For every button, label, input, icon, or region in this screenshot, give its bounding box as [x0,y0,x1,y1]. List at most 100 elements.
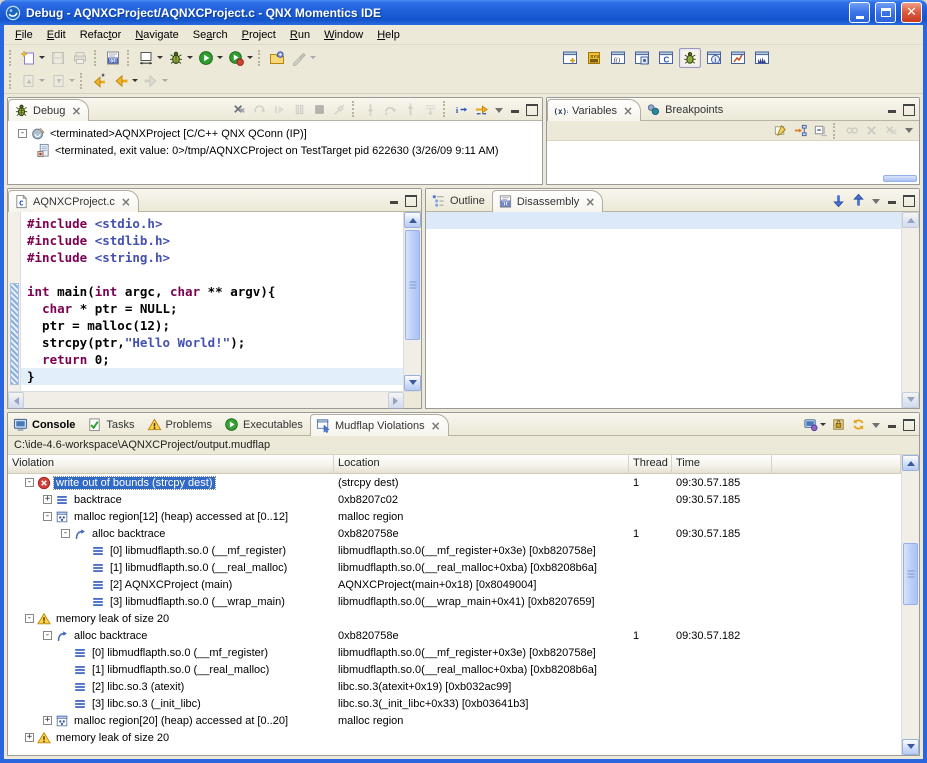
vars-tab-variables[interactable]: (x)=Variables× [547,99,641,121]
outline-tab-outline[interactable]: Outline [426,190,492,211]
tree-expander[interactable]: + [25,733,34,742]
code-line[interactable]: int main(int argc, char ** argv){ [21,283,403,300]
code-line[interactable]: #include <string.h> [21,249,403,266]
console-tab-problems[interactable]: Problems [142,414,219,435]
minimize-view-button[interactable] [388,194,401,206]
resize-window-button[interactable] [135,48,157,68]
watch-variable-button[interactable] [841,122,861,140]
code-line[interactable]: #include <stdlib.h> [21,232,403,249]
binary-file-button[interactable]: 010 [102,48,124,68]
tree-expander[interactable]: - [25,478,34,487]
run-button[interactable] [195,48,217,68]
disconnect-button[interactable] [329,100,349,118]
violation-row[interactable]: +backtrace0xb8207c0209:30.57.185 [8,491,901,508]
tree-expander[interactable]: - [43,512,52,521]
forward-dropdown[interactable] [162,79,168,82]
violation-row[interactable]: [1] libmudflapth.so.0 (__real_malloc)lib… [8,661,901,678]
debug-tab-debug[interactable]: Debug× [8,99,89,121]
column-header-violation[interactable]: Violation [8,455,334,473]
code-line[interactable]: #include <stdio.h> [21,215,403,232]
menu-window[interactable]: Window [317,27,370,43]
debug-dropdown[interactable] [187,56,193,59]
column-header-empty[interactable] [772,455,901,473]
use-step-filters-button[interactable] [471,100,491,118]
view-menu-chevron[interactable] [905,128,913,133]
open-console-dropdown[interactable] [820,423,826,426]
horizontal-scrollbar-thumb[interactable] [883,175,917,182]
tab-close-icon[interactable]: × [121,196,131,208]
print-button[interactable] [69,48,91,68]
scroll-up-button[interactable] [404,212,421,228]
violation-row[interactable]: [2] libc.so.3 (atexit)libc.so.3(atexit+0… [8,678,901,695]
code-line[interactable]: char * ptr = NULL; [21,300,403,317]
debug-tree-row[interactable]: <terminated, exit value: 0>/tmp/AQNXCPro… [10,142,540,159]
tree-expander[interactable]: - [18,129,27,138]
c-perspective-button[interactable] [631,48,653,68]
tab-close-icon[interactable]: × [71,105,81,117]
remove-selected-button[interactable] [861,122,881,140]
new-wizard-button[interactable] [17,48,39,68]
annotation-ruler[interactable] [8,212,21,391]
maximize-view-button[interactable] [404,194,417,206]
view-menu-chevron[interactable] [495,108,503,113]
console-tab-mudflap-violations[interactable]: Mudflap Violations× [310,414,449,436]
debug-perspective-button[interactable] [679,48,701,68]
violation-row[interactable]: [2] AQNXCProject (main)AQNXCProject(main… [8,576,901,593]
back-dropdown[interactable] [132,79,138,82]
maximize-view-button[interactable] [902,194,915,206]
last-edit-location-button[interactable]: * [88,71,110,91]
violation-row[interactable]: [0] libmudflapth.so.0 (__mf_register)lib… [8,644,901,661]
console-tab-tasks[interactable]: Tasks [82,414,141,435]
move-up-button[interactable] [848,191,868,209]
step-return-button[interactable] [400,100,420,118]
prev-annotation-button[interactable] [17,71,39,91]
menu-search[interactable]: Search [186,27,235,43]
minimize-button[interactable] [849,2,870,23]
outline-tab-disassembly[interactable]: 010Disassembly× [492,190,603,212]
step-into-button[interactable] [360,100,380,118]
code-line[interactable]: return 0; [21,351,403,368]
next-annotation-button[interactable] [47,71,69,91]
collapse-all-button[interactable] [810,122,830,140]
scroll-lock-button[interactable] [828,415,848,433]
column-header-location[interactable]: Location [334,455,629,473]
code-line[interactable] [21,266,403,283]
column-header-thread[interactable]: Thread [629,455,672,473]
column-header-time[interactable]: Time [672,455,772,473]
menu-file[interactable]: File [8,27,40,43]
remove-all-terminated-button[interactable] [229,100,249,118]
tab-close-icon[interactable]: × [623,105,633,117]
tree-expander[interactable]: - [43,631,52,640]
violation-row[interactable]: +memory leak of size 20 [8,729,901,746]
move-down-button[interactable] [828,191,848,209]
scroll-down-button[interactable] [902,392,919,408]
menu-refactor[interactable]: Refactor [73,27,129,43]
step-over-button[interactable] [380,100,400,118]
run-profile-dropdown[interactable] [247,56,253,59]
next-annotation-dropdown[interactable] [69,79,75,82]
scroll-right-button[interactable] [388,392,404,409]
debug-button[interactable] [165,48,187,68]
menu-edit[interactable]: Edit [40,27,73,43]
new-wizard-dropdown[interactable] [39,56,45,59]
scrollbar-thumb[interactable] [903,543,918,605]
remove-all-button[interactable] [881,122,901,140]
run-profile-button[interactable] [225,48,247,68]
open-console-button[interactable] [800,415,820,433]
violation-row[interactable]: -alloc backtrace0xb820758e109:30.57.185 [8,525,901,542]
maximize-view-button[interactable] [902,418,915,430]
scrollbar-thumb[interactable] [405,230,420,340]
vars-tab-breakpoints[interactable]: Breakpoints [641,99,730,120]
violation-row[interactable]: -write out of bounds (strcpy dest)(strcp… [8,474,901,491]
resume-button[interactable] [269,100,289,118]
drop-to-frame-button[interactable] [420,100,440,118]
suspend-button[interactable] [289,100,309,118]
editor-tab-aqnxcproject-c[interactable]: cAQNXCProject.c× [8,190,139,212]
console-tab-executables[interactable]: Executables [219,414,310,435]
table-vertical-scrollbar[interactable] [901,455,919,755]
instruction-stepping-button[interactable]: i [451,100,471,118]
system-builder-perspective-button[interactable]: SYS [583,48,605,68]
debug-tree-row[interactable]: -<terminated>AQNXProject [C/C++ QNX QCon… [10,125,540,142]
scroll-up-button[interactable] [902,455,919,471]
tree-expander[interactable]: + [43,716,52,725]
